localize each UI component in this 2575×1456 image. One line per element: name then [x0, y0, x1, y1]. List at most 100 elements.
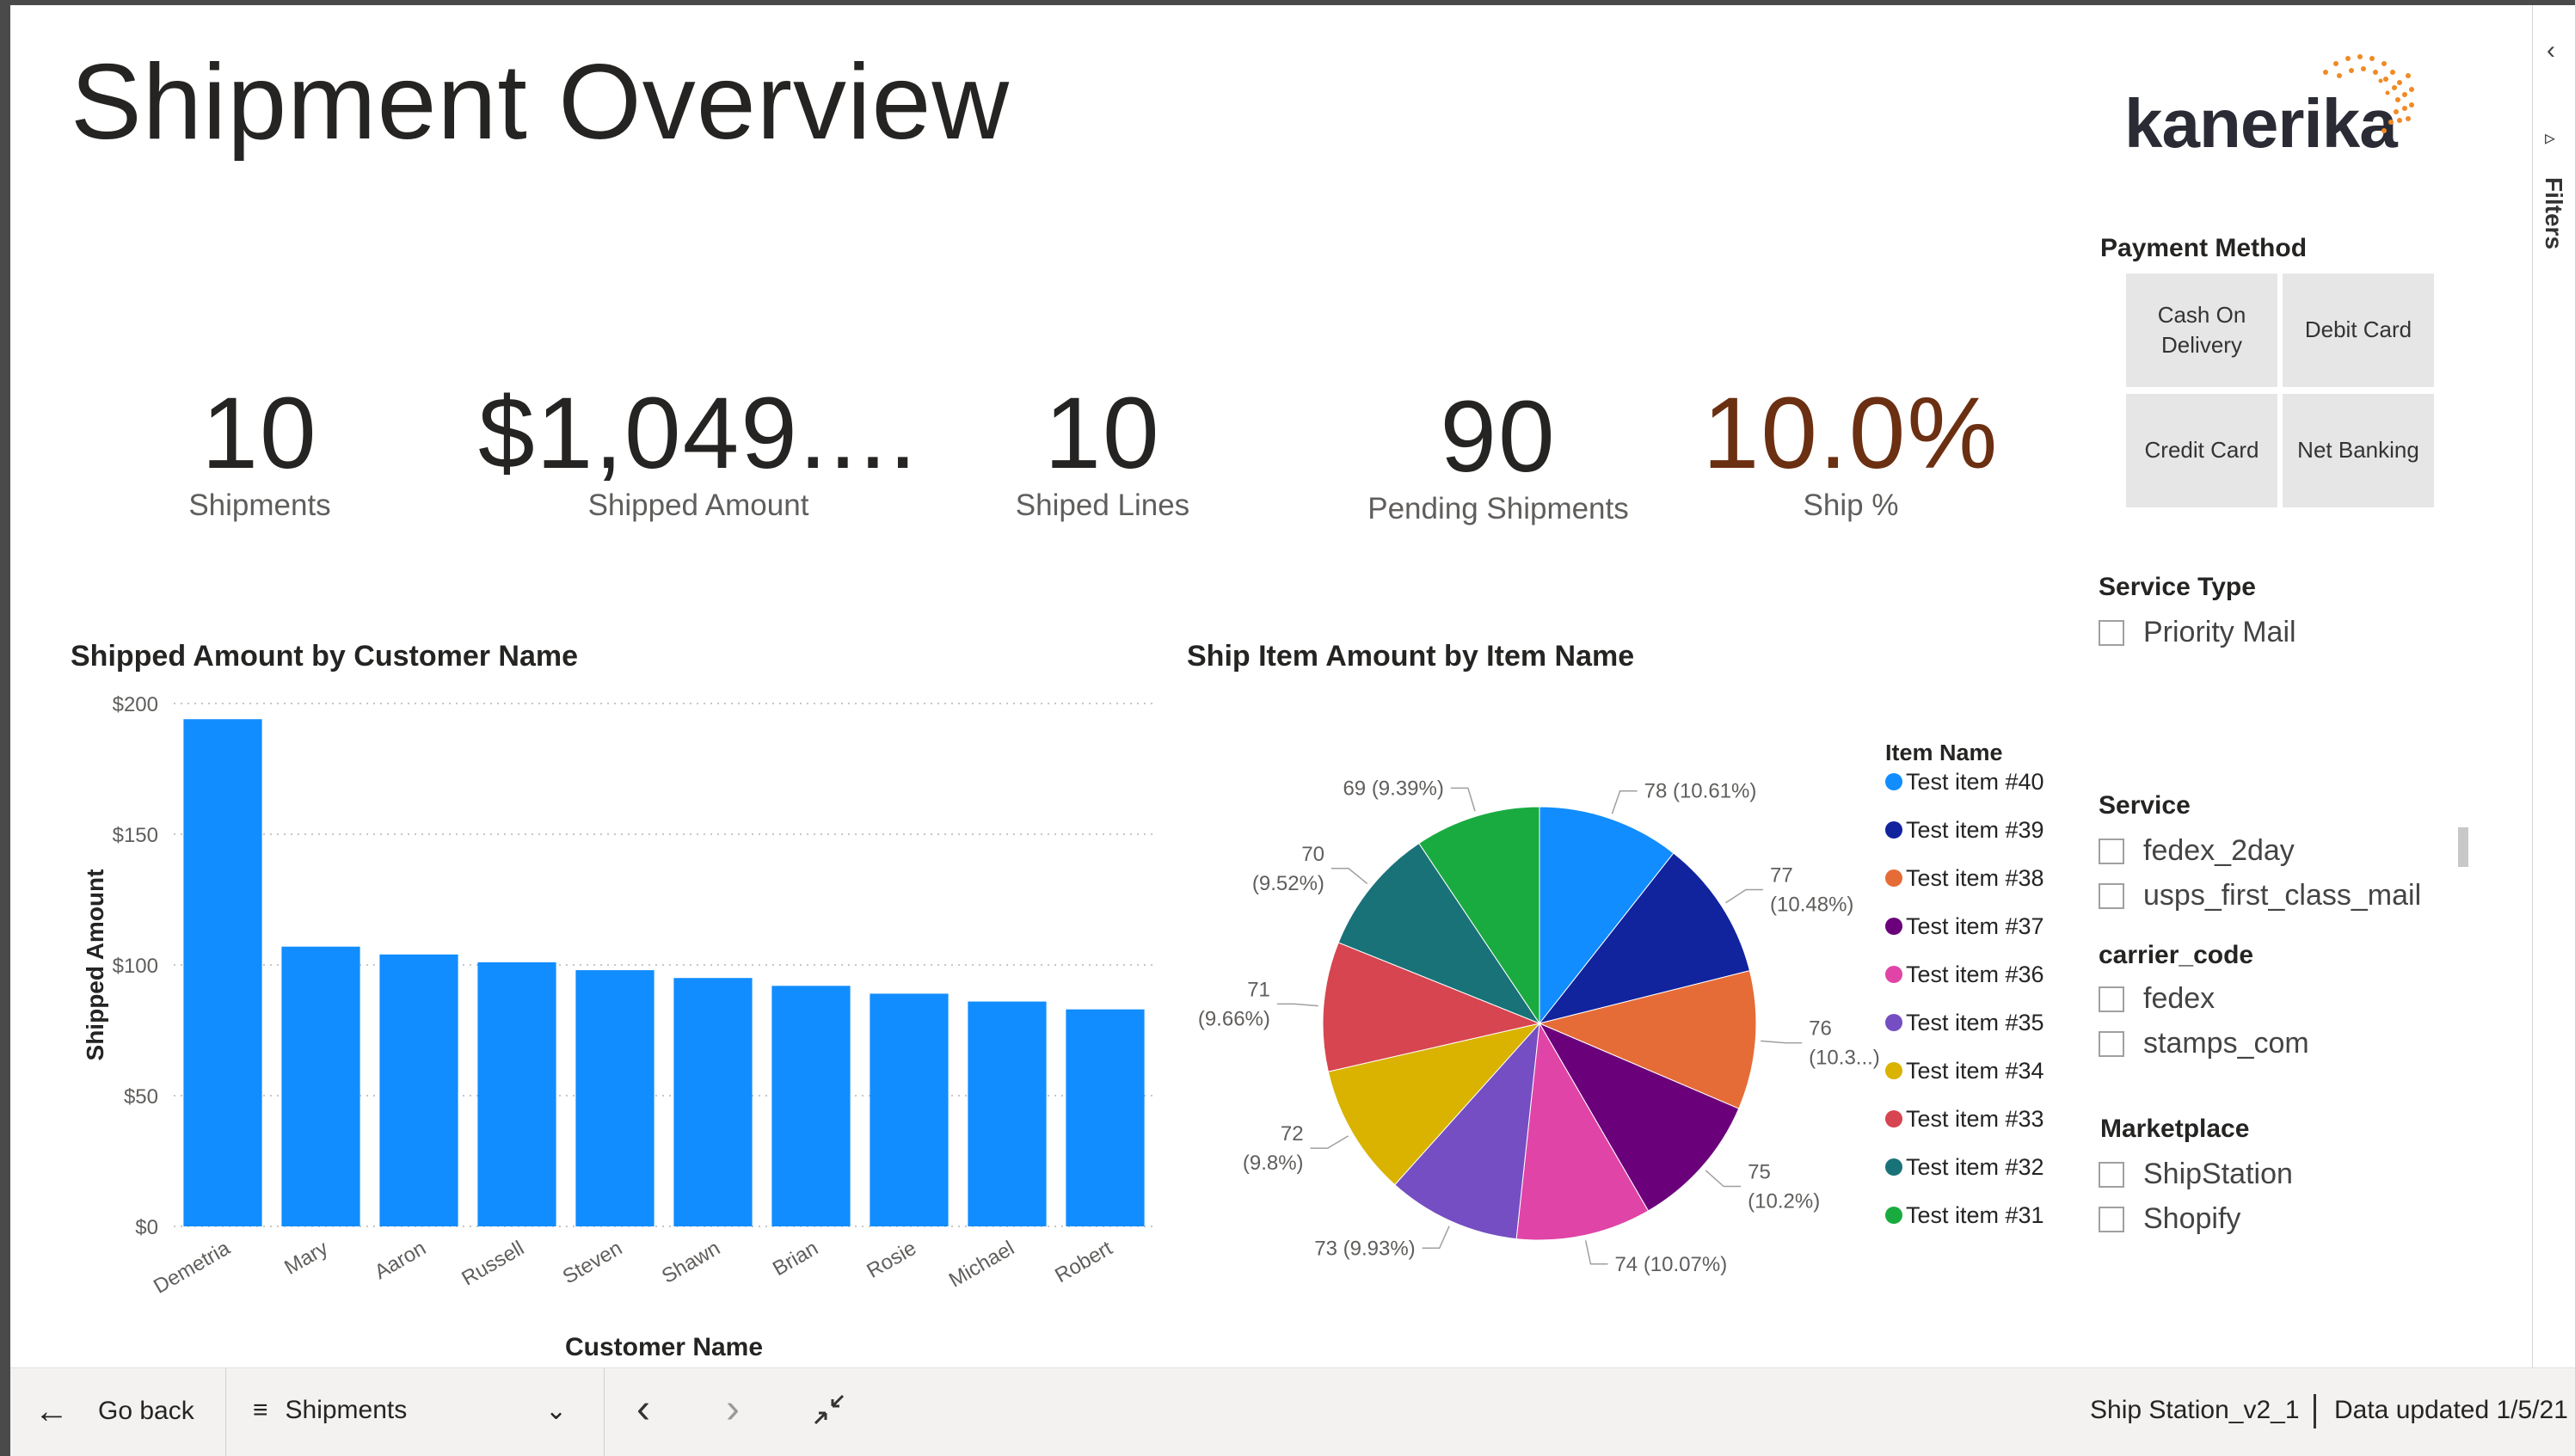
checkbox[interactable] [2099, 986, 2124, 1012]
kpi-value: 10.0% [1702, 377, 2000, 490]
leader-line [1705, 1170, 1742, 1188]
page-name: Shipments [285, 1396, 408, 1424]
leader-line [1276, 1003, 1318, 1007]
data-label: (10.3...) [1809, 1047, 1880, 1070]
service-title: Service [2099, 791, 2191, 820]
kpi-value: 10 [201, 377, 318, 490]
legend-swatch [1885, 918, 1902, 935]
kpi-value: $1,049.... [477, 377, 919, 490]
carrier-code-option[interactable]: stamps_com [2099, 1027, 2309, 1060]
legend-swatch [1885, 1014, 1902, 1031]
chevron-left-icon[interactable]: ‹ [2547, 36, 2555, 65]
kpi-label: Shiped Lines [1015, 488, 1190, 522]
payment-tile-debit-card[interactable]: Debit Card [2283, 273, 2434, 387]
data-label: (9.52%) [1252, 872, 1324, 895]
legend-item: Test item #32 [1906, 1154, 2044, 1180]
divider [2314, 1394, 2316, 1428]
option-label: fedex_2day [2143, 834, 2295, 867]
x-tick-label: Steven [559, 1237, 626, 1289]
y-tick-label: $0 [135, 1216, 158, 1239]
data-label: 75 [1748, 1161, 1771, 1184]
y-tick-label: $100 [113, 955, 158, 978]
checkbox[interactable] [2099, 1030, 2124, 1057]
data-label: 76 [1809, 1017, 1832, 1041]
option-label: usps_first_class_mail [2143, 879, 2422, 912]
bar-chart[interactable]: $0 $50 $100 $150 $200 Demetria Mary Aaron Russel… [62, 676, 1171, 1373]
kpi-label: Pending Shipments [1367, 492, 1629, 525]
leader-line [1331, 868, 1368, 885]
kpi-pending-shipments: 90 Pending Shipments [1335, 378, 1662, 526]
service-type-option[interactable]: Priority Mail [2099, 616, 2296, 649]
checkbox[interactable] [2099, 1206, 2124, 1232]
x-axis-title: Customer Name [565, 1333, 763, 1361]
checkbox[interactable] [2099, 619, 2124, 646]
checkbox[interactable] [2099, 1161, 2124, 1188]
bar [379, 954, 458, 1226]
kpi-label: Shipments [188, 488, 331, 522]
service-scrollbar[interactable] [2458, 827, 2468, 867]
kpi-shiped-lines: 10 Shiped Lines [974, 375, 1232, 523]
bar [771, 986, 851, 1226]
x-tick-label: Mary [280, 1237, 332, 1280]
data-label: (9.66%) [1198, 1007, 1270, 1030]
data-label: 73 (9.93%) [1314, 1237, 1415, 1260]
service-option[interactable]: fedex_2day [2099, 834, 2295, 868]
filters-pane-label[interactable]: Filters [2540, 177, 2567, 249]
x-tick-label: Robert [1051, 1237, 1116, 1288]
kpi-shipped-amount: $1,049.... Shipped Amount [466, 375, 931, 523]
x-tick-label: Shawn [658, 1237, 724, 1288]
service-option[interactable]: usps_first_class_mail [2099, 879, 2421, 912]
kpi-label: Ship % [1803, 488, 1899, 522]
logo-dots-icon [2323, 54, 2414, 133]
filter-icon: ▹ [2545, 126, 2556, 150]
bar [477, 961, 556, 1226]
legend-title: Item Name [1885, 745, 2003, 765]
payment-tile-cash-on-delivery[interactable]: Cash On Delivery [2126, 273, 2277, 387]
previous-page-button[interactable]: ‹ [636, 1385, 650, 1433]
chevron-down-icon: ⌄ [545, 1396, 568, 1425]
legend-item: Test item #37 [1906, 913, 2044, 939]
legend-swatch [1885, 869, 1902, 887]
leader-line [1450, 787, 1476, 812]
divider [604, 1368, 605, 1456]
leader-line [1584, 1240, 1608, 1265]
arrow-left-icon: ← [34, 1392, 69, 1430]
payment-tile-credit-card[interactable]: Credit Card [2126, 394, 2277, 507]
kpi-value: 90 [1440, 380, 1557, 494]
exit-full-screen-icon[interactable] [810, 1391, 848, 1428]
pie-chart-title: Ship Item Amount by Item Name [1187, 640, 1635, 673]
legend-item: Test item #40 [1906, 769, 2044, 795]
report-name: Ship Station_v2_1 [2090, 1396, 2300, 1424]
payment-tile-net-banking[interactable]: Net Banking [2283, 394, 2434, 507]
legend-item: Test item #35 [1906, 1010, 2044, 1035]
go-back-button[interactable]: ← Go back [34, 1394, 194, 1428]
pie-chart[interactable]: 78 (10.61%) 77 (10.48%) 76 (10.3...) 75 (10.2%… [1180, 745, 2083, 1295]
leader-line [1761, 1040, 1803, 1044]
x-tick-label: Michael [945, 1237, 1018, 1293]
report-canvas: Shipment Overview kanerika 10 Shipments … [10, 5, 2532, 1367]
y-tick-label: $200 [113, 693, 158, 716]
filters-pane[interactable]: ‹ ▹ Filters [2532, 5, 2575, 1367]
footer-bar: ← Go back ≡ Shipments ⌄ ‹ › Ship Station… [10, 1367, 2575, 1456]
checkbox[interactable] [2099, 882, 2124, 909]
divider [225, 1368, 226, 1456]
legend-item: Test item #39 [1906, 817, 2044, 843]
legend-swatch [1885, 1110, 1902, 1127]
marketplace-option[interactable]: ShipStation [2099, 1158, 2293, 1191]
next-page-button[interactable]: › [726, 1385, 740, 1433]
kpi-ship-percent: 10.0% Ship % [1687, 375, 2014, 523]
option-label: ShipStation [2143, 1158, 2293, 1190]
x-tick-label: Rosie [863, 1237, 920, 1283]
bar [1066, 1009, 1145, 1226]
legend-item: Test item #31 [1906, 1202, 2044, 1228]
kpi-label: Shipped Amount [587, 488, 809, 522]
x-tick-label: Russell [458, 1237, 528, 1291]
page-selector[interactable]: ≡ Shipments ⌄ [253, 1396, 588, 1425]
carrier-code-option[interactable]: fedex [2099, 982, 2215, 1016]
marketplace-option[interactable]: Shopify [2099, 1202, 2240, 1236]
data-label: 70 [1301, 843, 1324, 866]
bar [673, 978, 753, 1226]
leader-line [1310, 1135, 1349, 1149]
checkbox[interactable] [2099, 838, 2124, 864]
legend-item: Test item #38 [1906, 865, 2044, 891]
